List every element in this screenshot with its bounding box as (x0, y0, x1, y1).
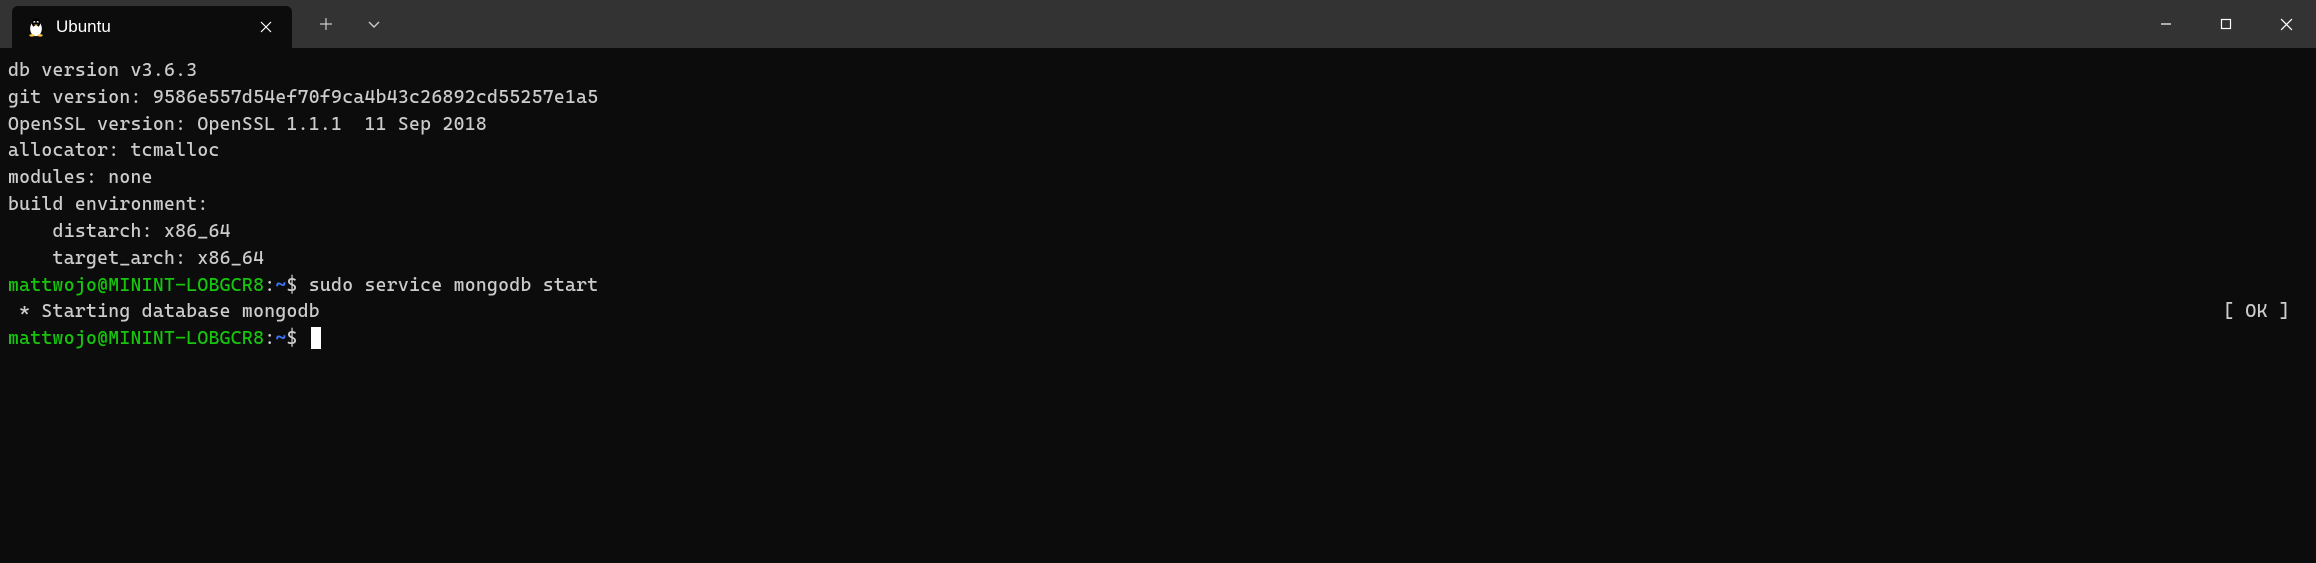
output-line: db version v3.6.3 (8, 58, 2308, 85)
output-line: allocator: tcmalloc (8, 138, 2308, 165)
window-controls (2136, 0, 2316, 48)
prompt-symbol: $ (287, 328, 298, 349)
output-line: modules: none (8, 165, 2308, 192)
minimize-button[interactable] (2136, 0, 2196, 48)
linux-penguin-icon (26, 17, 46, 37)
command-text (298, 275, 309, 296)
status-message: * Starting database mongodb (8, 299, 320, 326)
prompt-colon: : (264, 328, 275, 349)
prompt-colon: : (264, 275, 275, 296)
command-text: sudo service mongodb start (309, 275, 599, 296)
prompt-line: mattwojo@MININT-LOBGCR8:~$ (8, 326, 2308, 353)
maximize-icon (2220, 18, 2232, 30)
tab-ubuntu[interactable]: Ubuntu (12, 6, 292, 48)
new-tab-button[interactable] (306, 4, 346, 44)
minimize-icon (2160, 18, 2172, 30)
titlebar-drag-area[interactable] (394, 0, 2136, 48)
output-line: target_arch: x86_64 (8, 246, 2308, 273)
plus-icon (319, 17, 333, 31)
chevron-down-icon (367, 17, 381, 31)
output-line: OpenSSL version: OpenSSL 1.1.1 11 Sep 20… (8, 112, 2308, 139)
prompt-user: mattwojo@MININT-LOBGCR8 (8, 328, 264, 349)
close-icon (2280, 18, 2293, 31)
tab-title: Ubuntu (56, 17, 244, 37)
tab-actions (292, 0, 394, 48)
close-window-button[interactable] (2256, 0, 2316, 48)
titlebar: Ubuntu (0, 0, 2316, 48)
status-ok: [ OK ] (2223, 299, 2308, 326)
output-line: distarch: x86_64 (8, 219, 2308, 246)
status-line: * Starting database mongodb [ OK ] (8, 299, 2308, 326)
close-tab-button[interactable] (254, 15, 278, 39)
cursor (311, 327, 321, 349)
tab-dropdown-button[interactable] (354, 4, 394, 44)
output-line: build environment: (8, 192, 2308, 219)
terminal-output[interactable]: db version v3.6.3 git version: 9586e557d… (0, 48, 2316, 363)
maximize-button[interactable] (2196, 0, 2256, 48)
output-line: git version: 9586e557d54ef70f9ca4b43c268… (8, 85, 2308, 112)
tab-area: Ubuntu (0, 0, 394, 48)
prompt-symbol: $ (287, 275, 298, 296)
prompt-user: mattwojo@MININT-LOBGCR8 (8, 275, 264, 296)
prompt-path: ~ (275, 275, 286, 296)
close-icon (260, 21, 272, 33)
prompt-line: mattwojo@MININT-LOBGCR8:~$ sudo service … (8, 273, 2308, 300)
prompt-path: ~ (275, 328, 286, 349)
